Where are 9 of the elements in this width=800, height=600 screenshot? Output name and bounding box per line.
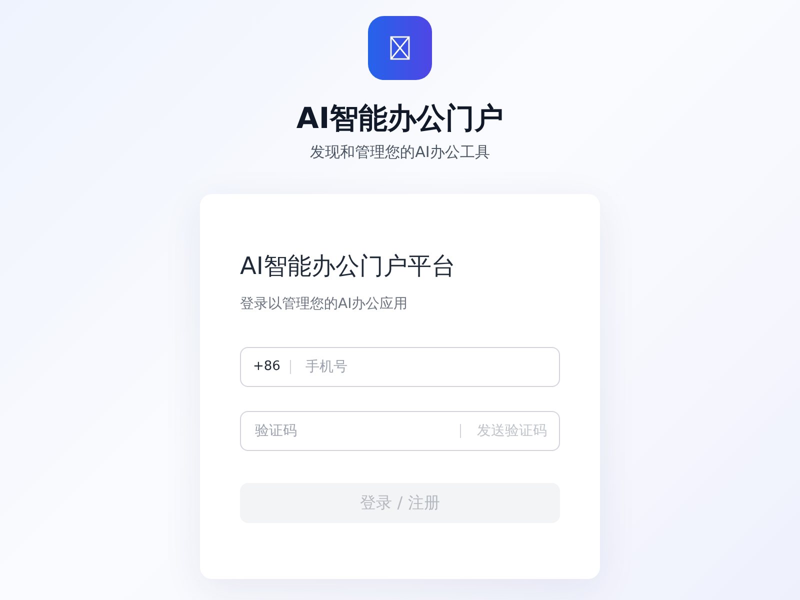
card-subtitle: 登录以管理您的AI办公应用 <box>240 295 409 314</box>
phone-field[interactable]: +86 手机号 <box>240 347 560 387</box>
box-cross-icon <box>390 36 410 60</box>
page-title: AI智能办公门户 <box>296 100 504 137</box>
page-subtitle: 发现和管理您的AI办公工具 <box>310 142 490 162</box>
code-input[interactable]: 验证码 <box>253 422 460 440</box>
card-title: AI智能办公门户平台 <box>240 251 456 282</box>
phone-input[interactable]: 手机号 <box>303 358 547 376</box>
country-code: +86 <box>253 360 292 374</box>
